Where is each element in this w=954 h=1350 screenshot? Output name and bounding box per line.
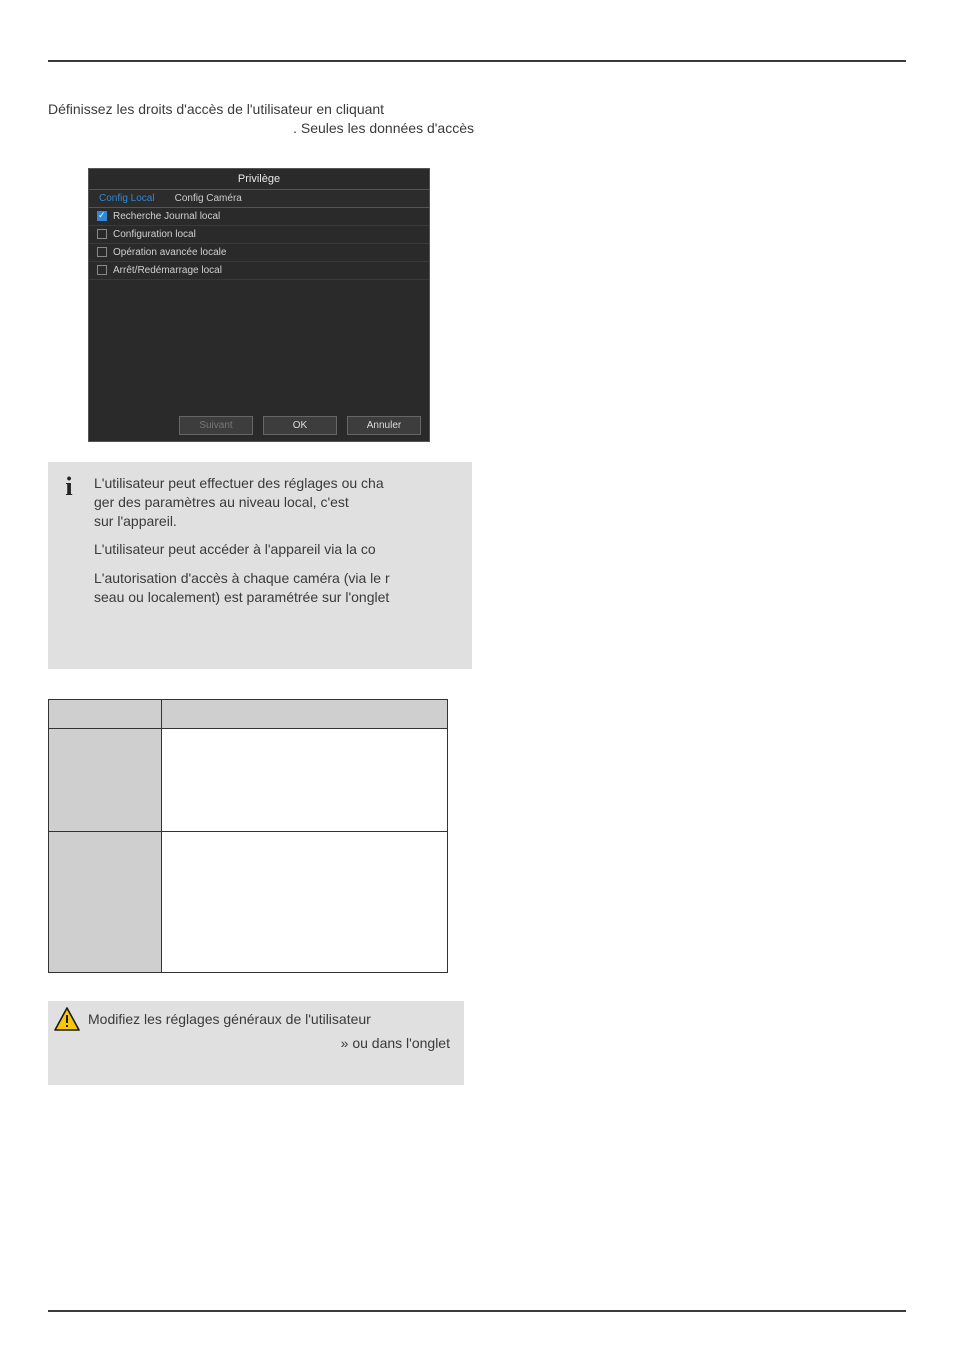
- note-p3-line2: seau ou localement) est paramétrée sur l…: [94, 589, 389, 605]
- table-cell-col2: [162, 729, 448, 832]
- warning-box: Modifiez les réglages généraux de l'util…: [48, 1001, 464, 1085]
- tab-config-local[interactable]: Config Local: [89, 190, 165, 207]
- ok-button[interactable]: OK: [263, 416, 337, 435]
- note-paragraph-1: L'utilisateur peut effectuer des réglage…: [94, 474, 390, 531]
- table-cell-col1: [49, 729, 162, 832]
- perm-item-advanced-op[interactable]: Opération avancée locale: [89, 244, 429, 262]
- table-header-row: [49, 700, 448, 729]
- warning-line-1: Modifiez les réglages généraux de l'util…: [88, 1011, 371, 1027]
- table-row: [49, 729, 448, 832]
- note-paragraph-2: L'utilisateur peut accéder à l'appareil …: [94, 540, 390, 559]
- privilege-dialog: Privilège Config Local Config Caméra Rec…: [88, 168, 430, 442]
- table-header-col1: [49, 700, 162, 729]
- table-header-col2: [162, 700, 448, 729]
- checkbox-icon[interactable]: [97, 229, 107, 239]
- note-p1-line1: L'utilisateur peut effectuer des réglage…: [94, 475, 384, 491]
- perm-item-shutdown-reboot[interactable]: Arrêt/Redémarrage local: [89, 262, 429, 280]
- cancel-button[interactable]: Annuler: [347, 416, 421, 435]
- perm-label: Configuration local: [113, 229, 196, 240]
- dialog-title: Privilège: [89, 169, 429, 190]
- intro-line-2: . Seules les données d'accès: [48, 119, 478, 138]
- checkbox-icon[interactable]: [97, 265, 107, 275]
- intro-line-1: Définissez les droits d'accès de l'utili…: [48, 100, 478, 119]
- table-cell-col2: [162, 832, 448, 973]
- perm-label: Arrêt/Redémarrage local: [113, 265, 222, 276]
- note-p1-line3: sur l'appareil.: [94, 513, 177, 529]
- top-horizontal-rule: [48, 60, 906, 62]
- table-row: [49, 832, 448, 973]
- note-box: L'utilisateur peut effectuer des réglage…: [48, 462, 472, 669]
- checkbox-icon[interactable]: [97, 247, 107, 257]
- tab-config-camera[interactable]: Config Caméra: [165, 190, 252, 207]
- dialog-empty-area: [89, 280, 429, 410]
- perm-item-log-search[interactable]: Recherche Journal local: [89, 208, 429, 226]
- dialog-button-row: Suivant OK Annuler: [89, 410, 429, 441]
- warning-icon: [54, 1007, 80, 1031]
- left-column-content: Définissez les droits d'accès de l'utili…: [48, 100, 478, 1085]
- note-paragraph-3: L'autorisation d'accès à chaque caméra (…: [94, 569, 390, 607]
- note-text: L'utilisateur peut effectuer des réglage…: [94, 474, 390, 617]
- intro-paragraph: Définissez les droits d'accès de l'utili…: [48, 100, 478, 138]
- table-cell-col1: [49, 832, 162, 973]
- info-icon: [60, 474, 78, 617]
- bottom-horizontal-rule: [48, 1310, 906, 1312]
- parameter-table: [48, 699, 448, 973]
- dialog-tabs: Config Local Config Caméra: [89, 190, 429, 208]
- permission-list: Recherche Journal local Configuration lo…: [89, 208, 429, 280]
- perm-label: Opération avancée locale: [113, 247, 226, 258]
- warning-row: Modifiez les réglages généraux de l'util…: [54, 1007, 454, 1031]
- note-p3-line1: L'autorisation d'accès à chaque caméra (…: [94, 570, 390, 586]
- checkbox-icon[interactable]: [97, 211, 107, 221]
- document-page: Définissez les droits d'accès de l'utili…: [0, 0, 954, 1350]
- warning-line-2: » ou dans l'onglet: [54, 1035, 454, 1051]
- next-button: Suivant: [179, 416, 253, 435]
- perm-label: Recherche Journal local: [113, 211, 220, 222]
- perm-item-local-config[interactable]: Configuration local: [89, 226, 429, 244]
- note-p1-line2: ger des paramètres au niveau local, c'es…: [94, 494, 349, 510]
